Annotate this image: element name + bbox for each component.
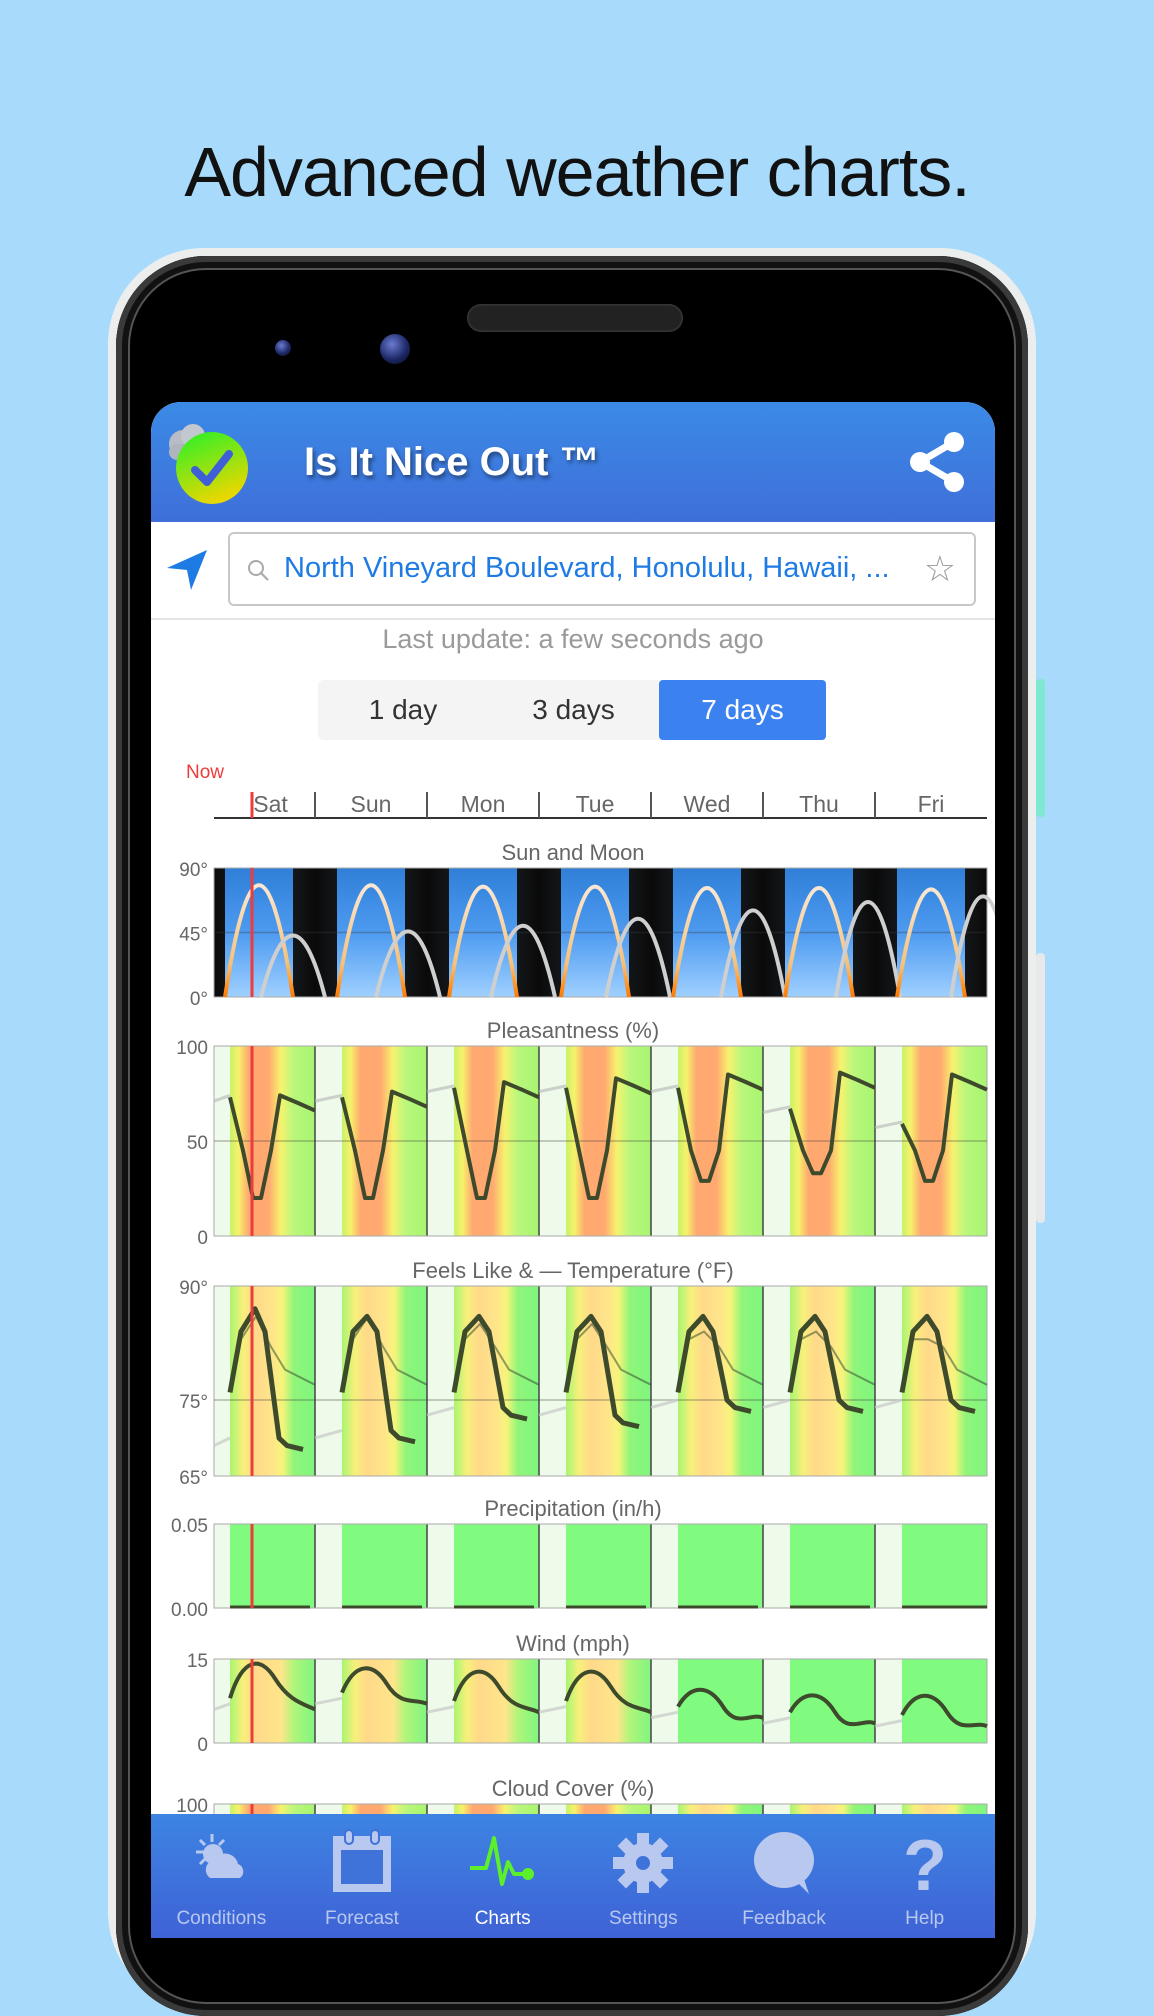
nav-label: Help <box>905 1908 945 1929</box>
day-label-sat: Sat <box>253 791 288 817</box>
location-bar: North Vineyard Boulevard, Honolulu, Hawa… <box>151 522 995 620</box>
calendar-icon <box>333 1829 391 1892</box>
location-search-input[interactable]: North Vineyard Boulevard, Honolulu, Hawa… <box>228 532 976 606</box>
svg-text:?: ? <box>903 1828 947 1898</box>
day-label-fri: Fri <box>918 791 945 817</box>
search-icon <box>248 560 269 581</box>
phone-sensor <box>275 340 291 356</box>
daytime-band <box>454 1804 539 1814</box>
last-update-text: Last update: a few seconds ago <box>382 624 764 654</box>
nav-label: Settings <box>609 1908 678 1929</box>
chart-title: Cloud Cover (%) <box>492 1776 655 1801</box>
daytime-band <box>566 1524 651 1608</box>
daytime-band <box>230 1804 315 1814</box>
y-tick-label: 0 <box>197 1735 208 1756</box>
nav-tab-forecast[interactable]: Forecast <box>292 1814 433 1938</box>
daytime-band <box>678 1804 763 1814</box>
speech-bubble-icon <box>754 1832 815 1894</box>
day-label-tue: Tue <box>576 791 615 817</box>
nav-label: Charts <box>474 1908 531 1929</box>
pulse-chart-icon <box>469 1836 534 1886</box>
navigation-arrow-icon[interactable] <box>165 548 209 592</box>
chart-title: Precipitation (in/h) <box>484 1496 661 1521</box>
daytime-band <box>902 1286 987 1476</box>
app-bar: Is It Nice Out ™ <box>151 402 995 522</box>
daytime-band <box>790 1286 875 1476</box>
question-mark-icon: ? <box>903 1828 947 1898</box>
weather-charts: Now Sat Sun Mon Tue Wed Thu Fri Sun and Moon 0° 45… <box>171 762 995 1814</box>
y-tick-label: 50 <box>187 1133 208 1154</box>
chart-title: Feels Like & — Temperature (°F) <box>412 1258 733 1283</box>
now-label: Now <box>186 762 224 783</box>
range-option-7-days[interactable]: 7 days <box>659 680 826 740</box>
nav-tab-charts[interactable]: Charts <box>432 1814 573 1938</box>
range-selector: 1 day 3 days 7 days <box>318 680 826 740</box>
daytime-band <box>566 1659 651 1743</box>
daytime-band <box>678 1286 763 1476</box>
phone-speaker <box>467 304 683 332</box>
y-tick-label: 90° <box>179 1278 208 1299</box>
partly-cloudy-icon <box>196 1834 244 1878</box>
y-tick-label: 15 <box>187 1651 208 1672</box>
chart-title: Sun and Moon <box>501 840 644 865</box>
daytime-band <box>454 1524 539 1608</box>
phone-power-button <box>1036 679 1045 817</box>
nav-tab-conditions[interactable]: Conditions <box>151 1814 292 1938</box>
daytime-band <box>230 1524 315 1608</box>
nav-tab-feedback[interactable]: Feedback <box>714 1814 855 1938</box>
bottom-navigation: Conditions Forecast Charts Settings Feed… <box>151 1814 995 1938</box>
y-tick-label: 0.05 <box>171 1516 208 1537</box>
app-title: Is It Nice Out ™ <box>304 440 600 484</box>
phone-camera <box>380 334 410 364</box>
y-tick-label: 0° <box>190 989 208 1010</box>
y-tick-label: 65° <box>179 1468 208 1489</box>
chart-title: Pleasantness (%) <box>487 1018 659 1043</box>
nav-label: Forecast <box>325 1908 399 1929</box>
y-tick-label: 75° <box>179 1392 208 1413</box>
check-badge-icon <box>169 424 248 504</box>
daytime-band <box>342 1804 427 1814</box>
gear-icon <box>613 1833 674 1893</box>
range-option-3-days[interactable]: 3 days <box>488 680 659 740</box>
nav-tab-help[interactable]: ? Help <box>854 1814 995 1938</box>
daytime-band <box>902 1804 987 1814</box>
y-tick-label: 0 <box>197 1228 208 1249</box>
y-tick-label: 45° <box>179 925 208 946</box>
y-tick-label: 90° <box>179 860 208 881</box>
star-outline-icon[interactable]: ☆ <box>924 548 956 590</box>
daytime-band <box>790 1659 875 1743</box>
day-label-thu: Thu <box>799 791 839 817</box>
location-value: North Vineyard Boulevard, Honolulu, Hawa… <box>284 552 890 584</box>
nav-tab-settings[interactable]: Settings <box>573 1814 714 1938</box>
chart-title: Wind (mph) <box>516 1631 630 1656</box>
y-tick-label: 100 <box>176 1038 208 1059</box>
day-label-wed: Wed <box>684 791 731 817</box>
daytime-band <box>902 1524 987 1608</box>
daytime-band <box>566 1804 651 1814</box>
daytime-band <box>454 1659 539 1743</box>
daytime-band <box>342 1524 427 1608</box>
daytime-band <box>790 1804 875 1814</box>
y-tick-label: 100 <box>176 1796 208 1814</box>
day-label-mon: Mon <box>461 791 506 817</box>
promo-headline: Advanced weather charts. <box>184 133 970 211</box>
nav-label: Feedback <box>742 1908 826 1929</box>
share-icon[interactable] <box>908 430 966 494</box>
range-option-1-day[interactable]: 1 day <box>318 680 488 740</box>
phone-volume-button <box>1036 953 1045 1223</box>
daytime-band <box>678 1524 763 1608</box>
app-screen: Is It Nice Out ™ North Vineyard Boulevar… <box>151 402 995 1938</box>
daytime-band <box>790 1524 875 1608</box>
day-label-sun: Sun <box>351 791 392 817</box>
nav-label: Conditions <box>176 1908 267 1929</box>
y-tick-label: 0.00 <box>171 1600 208 1621</box>
